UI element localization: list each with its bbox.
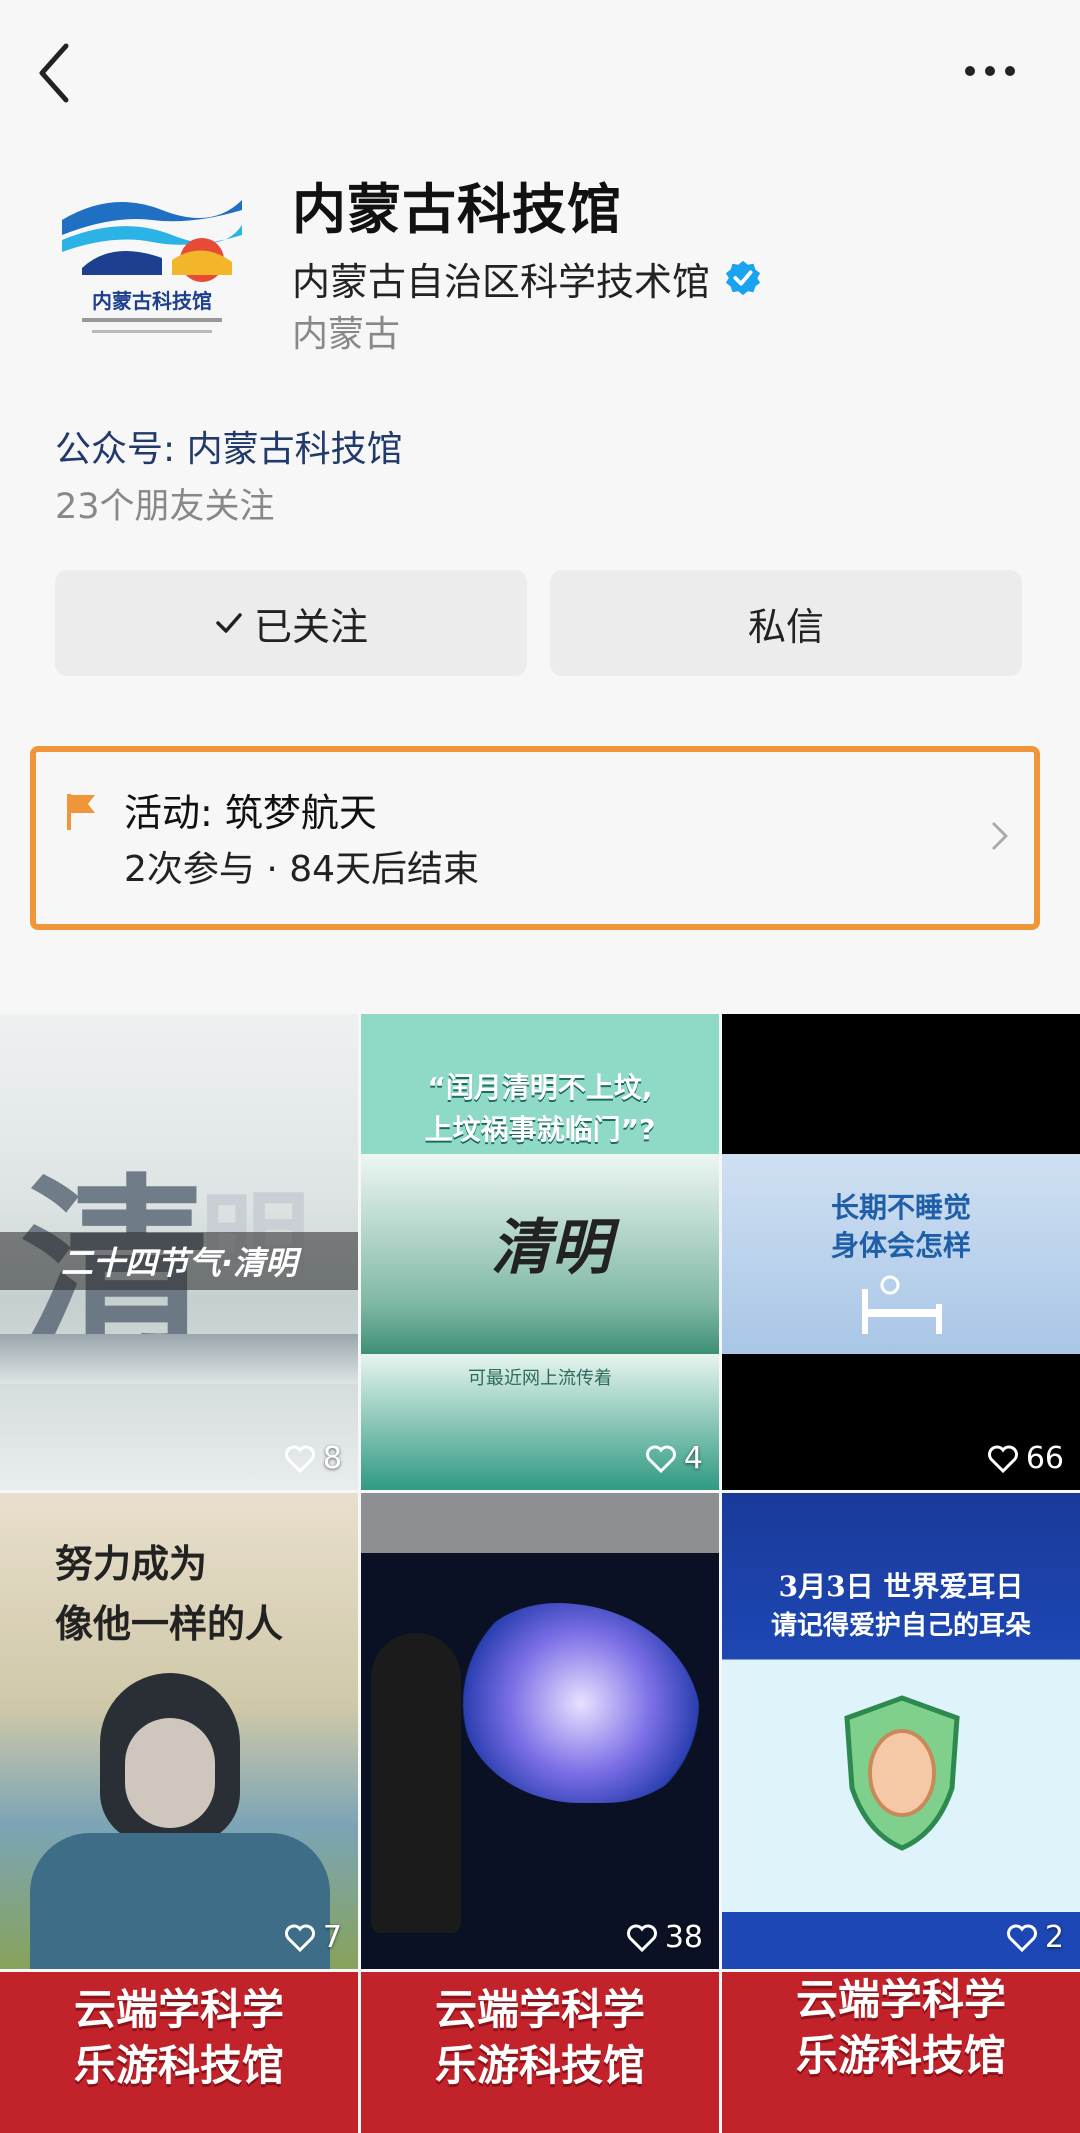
post-tile[interactable]: 努力成为 像他一样的人 7	[0, 1493, 358, 1969]
check-icon	[216, 613, 242, 633]
back-chevron-icon[interactable]	[28, 38, 78, 108]
poster-caption: 可最近网上流传着	[468, 1368, 612, 1389]
poster-title: 请记得爱护自己的耳朵	[770, 1611, 1031, 1641]
portrait-face	[125, 1718, 215, 1828]
poster-title: 3月3日 世界爱耳日	[778, 1570, 1024, 1603]
organization-row: 内蒙古自治区科学技术馆	[292, 250, 762, 306]
poster-title: 二十四节气·清明	[0, 1232, 358, 1290]
heart-icon	[987, 1445, 1018, 1473]
like-count: 7	[284, 1920, 342, 1955]
poster-title: 云端学科学	[795, 1975, 1006, 2024]
bed-illustration-icon	[862, 1275, 942, 1334]
poster-title: 云端学科学	[73, 1985, 284, 2034]
poster-title: 乐游科技馆	[434, 2041, 645, 2090]
region-label: 内蒙古	[292, 314, 401, 355]
friends-following-count: 23个朋友关注	[55, 487, 275, 527]
followed-label: 已关注	[253, 604, 368, 649]
chevron-right-icon	[992, 822, 1008, 850]
post-tile[interactable]: 38	[361, 1493, 719, 1969]
post-tile[interactable]: 云端学科学 乐游科技馆	[722, 1972, 1080, 2133]
poster-title: 身体会怎样	[830, 1229, 971, 1262]
poster-title: 长期不睡觉	[830, 1191, 971, 1224]
posts-grid: 清 明 二十四节气·清明 8 “闰月清明不上坟, 上坟祸事就临门”? 清明 可最…	[0, 1014, 1080, 2133]
poster-decor-char: 清明	[491, 1213, 611, 1283]
poster-title: 云端学科学	[434, 1985, 645, 2034]
svg-text:内蒙古科技馆: 内蒙古科技馆	[92, 289, 212, 313]
flag-icon	[67, 794, 95, 830]
heart-icon	[1006, 1924, 1037, 1952]
activity-meta: 2次参与 · 84天后结束	[124, 849, 480, 890]
post-tile[interactable]: 云端学科学 乐游科技馆	[0, 1972, 358, 2133]
heart-icon	[284, 1924, 315, 1952]
post-tile[interactable]: 云端学科学 乐游科技馆	[361, 1972, 719, 2133]
like-count: 38	[626, 1920, 703, 1955]
followed-button[interactable]: 已关注	[55, 570, 527, 676]
projection-shape	[461, 1603, 701, 1803]
post-tile[interactable]: 3月3日 世界爱耳日 请记得爱护自己的耳朵 2	[722, 1493, 1080, 1969]
post-tile[interactable]: “闰月清明不上坟, 上坟祸事就临门”? 清明 可最近网上流传着 4	[361, 1014, 719, 1490]
message-button[interactable]: 私信	[550, 570, 1022, 676]
like-count: 66	[987, 1441, 1064, 1476]
message-label: 私信	[747, 604, 824, 649]
heart-icon	[645, 1445, 676, 1473]
ear-shield-icon	[844, 1695, 960, 1851]
poster-title: 像他一样的人	[55, 1601, 284, 1646]
like-count: 2	[1006, 1920, 1064, 1955]
post-tile[interactable]: 清 明 二十四节气·清明 8	[0, 1014, 358, 1490]
person-silhouette	[371, 1633, 461, 1933]
post-tile[interactable]: 长期不睡觉 身体会怎样 66	[722, 1014, 1080, 1490]
poster-title: 乐游科技馆	[795, 2031, 1006, 2080]
verified-badge-icon	[725, 260, 761, 296]
heart-icon	[626, 1924, 657, 1952]
account-logo: 内蒙古科技馆	[52, 180, 252, 350]
more-icon[interactable]	[960, 56, 1020, 86]
account-name: 内蒙古科技馆	[292, 178, 622, 241]
activity-card[interactable]: 活动: 筑梦航天 2次参与 · 84天后结束	[30, 746, 1040, 930]
poster-title: 乐游科技馆	[73, 2041, 284, 2090]
like-count: 8	[284, 1441, 342, 1476]
like-count: 4	[645, 1441, 703, 1476]
activity-title: 活动: 筑梦航天	[124, 791, 377, 835]
poster-mountains	[0, 1334, 358, 1384]
poster-title: “闰月清明不上坟,	[427, 1071, 653, 1104]
official-account-link[interactable]: 公众号: 内蒙古科技馆	[55, 420, 403, 472]
photo-top-band	[361, 1493, 719, 1553]
organization-name: 内蒙古自治区科学技术馆	[292, 259, 711, 304]
poster-title: 上坟祸事就临门”?	[424, 1113, 656, 1146]
poster-title: 努力成为	[55, 1541, 208, 1586]
heart-icon	[284, 1445, 315, 1473]
